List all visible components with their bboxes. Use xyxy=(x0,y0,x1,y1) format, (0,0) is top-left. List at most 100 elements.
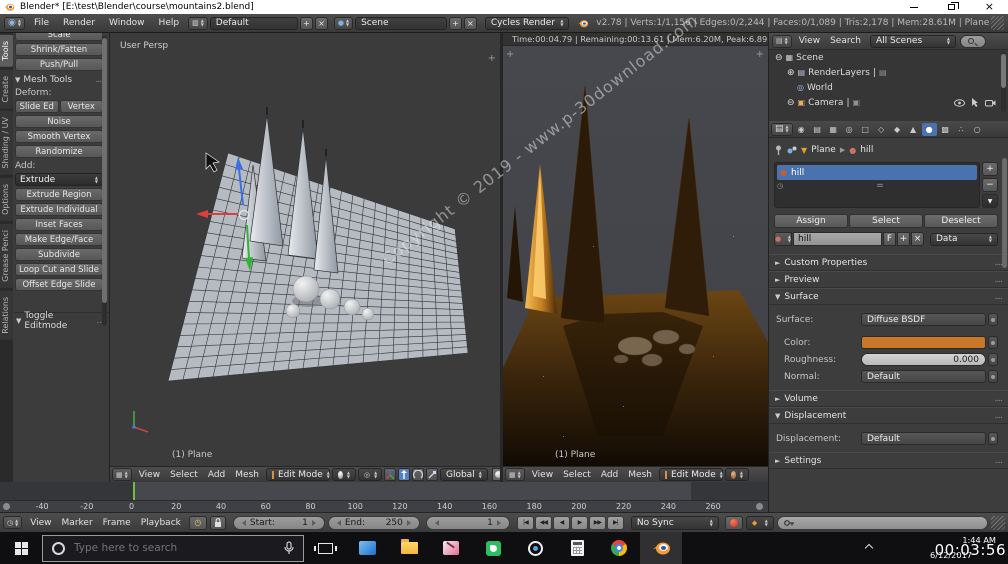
outliner-row-world[interactable]: ◎ World xyxy=(769,80,1008,95)
new-material-button[interactable]: + xyxy=(897,232,910,246)
start-frame-field[interactable]: Start: 1 xyxy=(232,515,325,530)
editor-type-button[interactable]: ◷ xyxy=(3,516,23,529)
viewport-menu-select[interactable]: Select xyxy=(165,470,203,480)
outliner-row-scene[interactable]: ⊖ ▦ Scene xyxy=(769,50,1008,65)
slot-specials-button[interactable]: ▼ xyxy=(982,194,998,208)
tool-button-extrude-individual[interactable]: Extrude Individual xyxy=(15,203,103,216)
deselect-button[interactable]: Deselect xyxy=(924,214,998,228)
properties-tab-world[interactable]: ◎ xyxy=(842,123,857,136)
timeline-menu-playback[interactable]: Playback xyxy=(136,518,186,528)
recorder-icon[interactable] xyxy=(514,532,556,564)
header-grip[interactable] xyxy=(991,16,1005,30)
decrement-icon[interactable] xyxy=(434,519,439,526)
search-input[interactable] xyxy=(74,542,275,554)
outliner-menu-search[interactable]: Search xyxy=(825,36,866,46)
restore-button[interactable] xyxy=(947,2,959,10)
tool-button-slide-ed[interactable]: Slide Ed xyxy=(15,100,59,113)
expander-icon[interactable]: ⊕ xyxy=(787,68,795,78)
current-frame-field[interactable]: 1 xyxy=(425,515,510,530)
timeline-scale[interactable]: -40 -20 0 20 40 60 80 100 120 140 160 180 200 220 240 2… xyxy=(0,500,768,512)
shelf-tab-create[interactable]: Create xyxy=(0,69,13,109)
timeline-canvas[interactable] xyxy=(0,482,768,500)
browse-material-button[interactable]: ● xyxy=(774,232,792,246)
microphone-icon[interactable] xyxy=(284,541,294,555)
chrome-icon[interactable] xyxy=(598,532,640,564)
outliner-row-camera[interactable]: ⊖ ▣ Camera | ▣ xyxy=(769,95,1008,110)
decrement-icon[interactable] xyxy=(241,519,246,526)
outliner-search-button[interactable] xyxy=(959,34,986,48)
delete-layout-button[interactable]: × xyxy=(314,16,328,30)
tool-button-offset-edge-slide[interactable]: Offset Edge Slide xyxy=(15,278,103,291)
editor-type-button[interactable]: ▤ xyxy=(772,34,792,48)
occlude-geometry-button[interactable] xyxy=(491,468,500,481)
editor-type-button[interactable]: ▦ xyxy=(112,468,132,481)
section-displacement[interactable]: ▼ Displacement.... xyxy=(769,407,1008,424)
properties-scrollbar[interactable] xyxy=(1002,158,1007,268)
editor-type-button[interactable]: ◉ xyxy=(4,16,25,30)
material-name-field[interactable]: hill xyxy=(793,232,882,246)
region-expand-icon[interactable]: + xyxy=(756,49,764,60)
add-scene-button[interactable]: + xyxy=(449,16,462,30)
visibility-eye-icon[interactable] xyxy=(954,98,965,107)
expander-icon[interactable]: ⊖ xyxy=(787,98,795,108)
section-settings[interactable]: ► Settings.... xyxy=(769,452,1008,469)
layout-icon-button[interactable]: ▥ xyxy=(188,16,208,30)
delete-scene-button[interactable]: × xyxy=(463,16,477,30)
normal-dropdown[interactable]: Default xyxy=(861,370,986,383)
evernote-icon[interactable] xyxy=(472,532,514,564)
tool-button-make-edge-face[interactable]: Make Edge/Face xyxy=(15,233,103,246)
displacement-dropdown[interactable]: Default xyxy=(861,432,986,445)
properties-tab-object-data[interactable]: ▲ xyxy=(906,123,921,136)
node-editor-icon[interactable] xyxy=(787,145,797,155)
scene-icon-button[interactable]: ● xyxy=(333,16,354,30)
viewport-3d-edit[interactable]: User Persp + (1) Plane xyxy=(110,33,500,466)
task-view-icon[interactable] xyxy=(304,532,346,564)
outliner-item-label[interactable]: RenderLayers xyxy=(808,68,870,78)
expander-icon[interactable]: ⊖ xyxy=(775,53,783,63)
menu-render[interactable]: Render xyxy=(56,18,102,28)
pin-icon[interactable] xyxy=(774,145,783,155)
scene-name-field[interactable]: Scene xyxy=(355,16,447,30)
section-preview[interactable]: ► Preview.... xyxy=(769,271,1008,288)
menu-help[interactable]: Help xyxy=(152,18,187,28)
taskbar-search[interactable] xyxy=(42,534,304,562)
start-button[interactable] xyxy=(0,532,42,564)
outliner-item-label[interactable]: World xyxy=(807,83,833,93)
outliner-menu-view[interactable]: View xyxy=(794,36,825,46)
viewport-menu-add[interactable]: Add xyxy=(596,470,623,480)
editor-type-button[interactable]: ▦ xyxy=(505,468,525,481)
grip-icon[interactable]: = xyxy=(876,181,884,191)
renderability-camera-icon[interactable] xyxy=(985,99,996,107)
viewport-menu-add[interactable]: Add xyxy=(203,470,230,480)
shelf-tab-grease-penci[interactable]: Grease Penci xyxy=(0,223,13,288)
increment-icon[interactable] xyxy=(406,519,411,526)
viewport-shading-dropdown[interactable] xyxy=(331,468,356,481)
viewport-menu-view[interactable]: View xyxy=(527,470,558,480)
remove-slot-button[interactable]: − xyxy=(982,178,998,192)
material-slot-active[interactable]: ● hill xyxy=(777,165,977,180)
select-button[interactable]: Select xyxy=(849,214,923,228)
jump-to-end-button[interactable]: ▶| xyxy=(606,515,624,530)
fake-user-button[interactable]: F xyxy=(883,232,896,246)
viewport-menu-mesh[interactable]: Mesh xyxy=(623,470,657,480)
menu-file[interactable]: File xyxy=(27,18,56,28)
snipping-tool-icon[interactable] xyxy=(430,532,472,564)
keying-set-dropdown[interactable]: ◆ xyxy=(745,515,774,530)
properties-tab-render[interactable]: ◉ xyxy=(794,123,809,136)
timeline-grip[interactable] xyxy=(991,515,1005,530)
assign-button[interactable]: Assign xyxy=(774,214,848,228)
normal-node-socket-button[interactable] xyxy=(988,370,998,383)
breadcrumb-material[interactable]: hill xyxy=(860,145,873,155)
timeline-current-frame-cursor[interactable] xyxy=(133,482,135,500)
tray-expand-icon[interactable] xyxy=(864,543,874,553)
section-custom-properties[interactable]: ► Custom Properties.... xyxy=(769,254,1008,271)
tool-button-randomize[interactable]: Randomize xyxy=(15,145,103,158)
outliner-row-renderlayers[interactable]: ⊕ ▤ RenderLayers | ▤ xyxy=(769,65,1008,80)
active-keying-set-field[interactable] xyxy=(776,515,988,530)
tool-button-loop-cut-and-slide[interactable]: Loop Cut and Slide xyxy=(15,263,103,276)
timeline-menu-view[interactable]: View xyxy=(25,518,56,528)
viewport-shading-dropdown[interactable] xyxy=(724,468,749,481)
add-slot-button[interactable]: + xyxy=(982,162,998,176)
surface-shader-dropdown[interactable]: Diffuse BSDF xyxy=(861,313,986,326)
diffuse-color-swatch[interactable] xyxy=(861,336,986,349)
